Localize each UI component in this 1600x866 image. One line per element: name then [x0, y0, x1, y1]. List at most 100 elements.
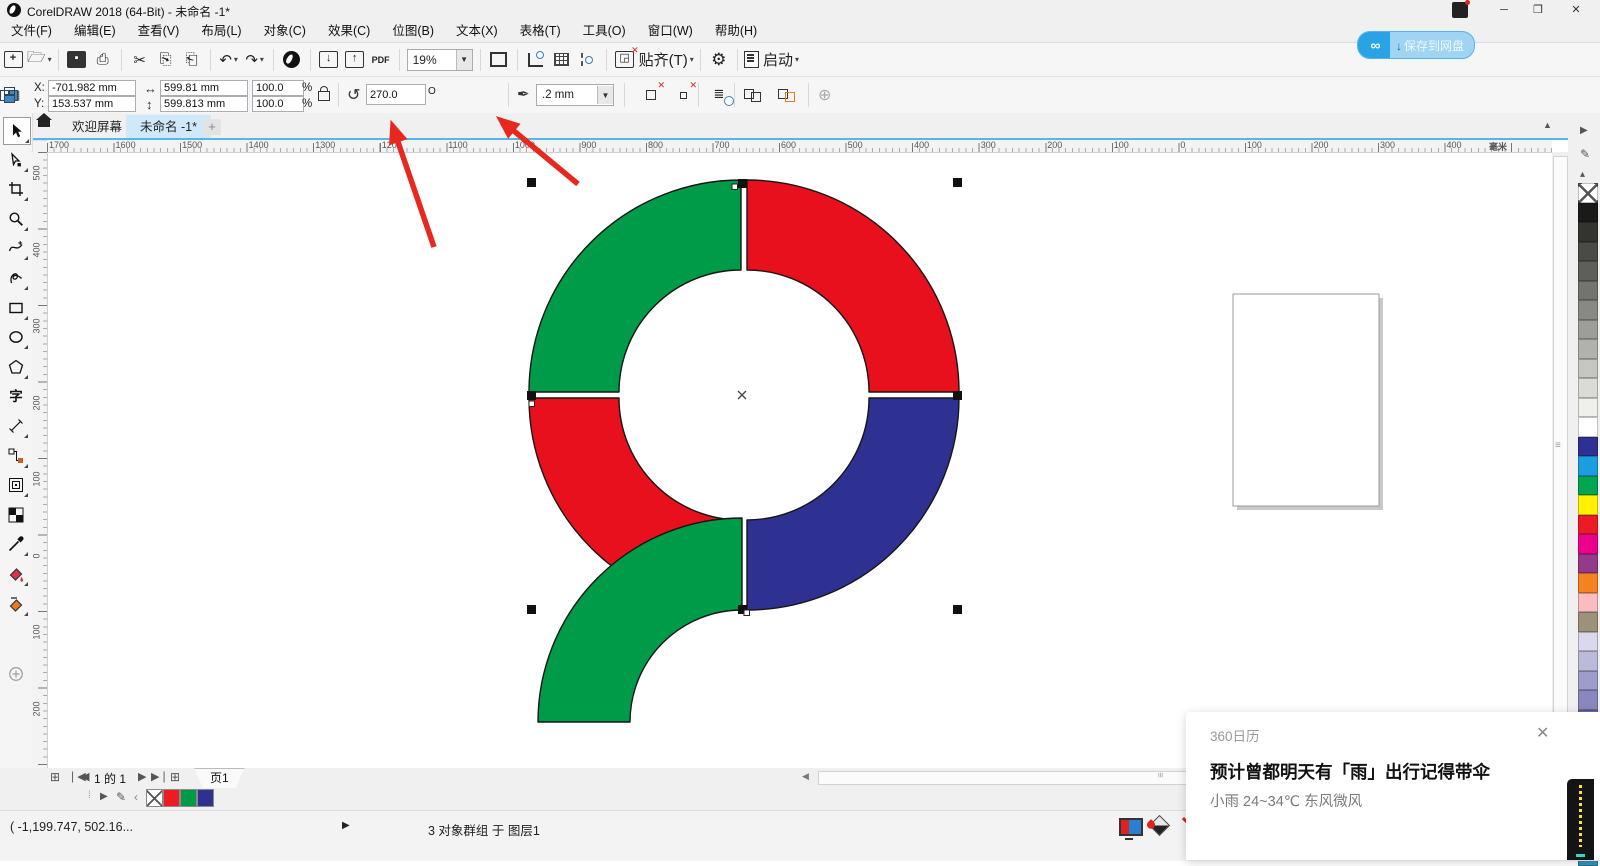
zoom-dropdown-arrow[interactable]: ▼	[456, 50, 472, 70]
launch-button[interactable]: 启动▾	[744, 48, 799, 72]
next-page-button[interactable]: ▶	[138, 770, 146, 783]
ungroup-objects-button[interactable]	[778, 89, 798, 102]
shape-tool[interactable]	[3, 147, 29, 173]
palette-eyedropper-icon[interactable]: ✎	[1580, 147, 1590, 161]
palette-color-swatch[interactable]	[1578, 612, 1598, 632]
menu-item-7[interactable]: 文本(X)	[445, 20, 509, 42]
freehand-tool[interactable]	[3, 235, 29, 261]
handle-top-center[interactable]	[738, 179, 747, 188]
open-button[interactable]: 🗁▾	[27, 48, 52, 72]
search-content-button[interactable]	[280, 48, 304, 72]
drawing-canvas[interactable]	[47, 152, 1553, 769]
menu-item-3[interactable]: 布局(L)	[190, 20, 252, 42]
palette-color-swatch[interactable]	[1578, 339, 1598, 359]
fill-status-icon[interactable]	[1149, 815, 1170, 836]
publish-pdf-button[interactable]: PDF	[369, 48, 393, 72]
page-outline[interactable]	[1233, 294, 1379, 506]
pick-tool[interactable]	[3, 117, 31, 145]
palette-color-swatch[interactable]	[1578, 690, 1598, 710]
docpalette-options-arrow[interactable]: ▶	[100, 791, 108, 802]
previous-page-button[interactable]: ◀	[81, 770, 89, 783]
text-tool[interactable]: 字	[3, 383, 29, 409]
no-color-swatch[interactable]	[1578, 183, 1598, 203]
handle-top-left[interactable]	[527, 178, 536, 187]
import-button[interactable]: ↓	[317, 48, 341, 72]
palette-color-swatch[interactable]	[1578, 417, 1598, 437]
docpalette-color-swatch[interactable]	[163, 789, 180, 807]
ring-top-right-arc[interactable]	[747, 180, 959, 392]
tab-welcome-screen[interactable]: 欢迎屏幕	[58, 115, 136, 140]
connector-tool[interactable]	[3, 443, 29, 469]
document-color-settings-icon[interactable]	[1119, 818, 1143, 836]
palette-color-swatch[interactable]	[1578, 242, 1598, 262]
save-button[interactable]: ▪	[65, 48, 89, 72]
ring-top-left-arc[interactable]	[529, 180, 741, 392]
crop-tool[interactable]	[3, 176, 29, 202]
palette-color-swatch[interactable]	[1578, 222, 1598, 242]
palette-color-swatch[interactable]	[1578, 534, 1598, 554]
scale-x-field[interactable]	[252, 80, 304, 96]
show-rulers-button[interactable]	[524, 48, 548, 72]
menu-item-6[interactable]: 位图(B)	[381, 20, 445, 42]
cloud-save-floating-button[interactable]: ∞ ↓保存到网盘	[1357, 31, 1475, 59]
customize-tool[interactable]	[3, 661, 29, 687]
close-button[interactable]: ✕	[1560, 0, 1592, 20]
ring-bottom-right-arc[interactable]	[747, 398, 959, 610]
palette-color-swatch[interactable]	[1578, 261, 1598, 281]
options-gear-button[interactable]: ⚙	[707, 48, 731, 72]
palette-color-swatch[interactable]	[1578, 632, 1598, 652]
mirror-vertical-button[interactable]	[0, 88, 18, 102]
palette-color-swatch[interactable]	[1578, 456, 1598, 476]
remove-nodes-button[interactable]: ✕	[639, 83, 663, 107]
palette-color-swatch[interactable]	[1578, 554, 1598, 574]
scale-y-field[interactable]	[252, 96, 304, 112]
handle-middle-right[interactable]	[953, 391, 962, 400]
show-grid-button[interactable]	[550, 48, 574, 72]
calendar-toast-notification[interactable]: 360日历 ✕ 预计曾都明天有「雨」出行记得带伞 小雨 24~34℃ 东风微风	[1186, 712, 1600, 860]
handle-bottom-right[interactable]	[953, 605, 962, 614]
cut-button[interactable]: ✂	[128, 48, 152, 72]
outline-width-combo[interactable]: .2 mm ▼	[536, 84, 614, 106]
reduce-nodes-button[interactable]: ✕	[671, 83, 695, 107]
tail-swoosh-arc[interactable]	[538, 518, 742, 722]
smart-fill-tool[interactable]	[3, 591, 29, 617]
page-1-tab[interactable]: 页1	[194, 768, 245, 788]
menu-item-2[interactable]: 查看(V)	[127, 20, 191, 42]
vertical-scrollbar-grip[interactable]: ≡	[1555, 440, 1561, 451]
vertical-ruler[interactable]: 5004003002001000100200300	[32, 152, 48, 768]
palette-collapse-arrow[interactable]: ▲	[1543, 120, 1552, 130]
object-height-field[interactable]	[160, 96, 248, 112]
snap-to-dropdown[interactable]: 贴齐(T)▾	[639, 48, 694, 72]
customize-propbar-button[interactable]: ⊕	[818, 85, 831, 105]
add-page-after-button[interactable]: ⊞	[170, 770, 180, 784]
palette-color-swatch[interactable]	[1578, 437, 1598, 457]
palette-color-swatch[interactable]	[1578, 320, 1598, 340]
handle-middle-left[interactable]	[527, 391, 536, 400]
palette-color-swatch[interactable]	[1578, 515, 1598, 535]
new-document-button[interactable]: +	[1, 48, 25, 72]
vertical-scrollbar-thumb[interactable]	[1553, 156, 1568, 758]
new-tab-button[interactable]: +	[203, 119, 221, 135]
interactive-fill-tool[interactable]	[3, 561, 29, 587]
docpalette-no-color-swatch[interactable]	[146, 789, 163, 807]
restore-button[interactable]: ❐	[1522, 0, 1554, 20]
copy-button[interactable]: ⎘	[154, 48, 178, 72]
paste-button[interactable]: ⎗	[180, 48, 204, 72]
object-width-field[interactable]	[160, 80, 248, 96]
palette-color-swatch[interactable]	[1578, 281, 1598, 301]
menu-item-1[interactable]: 编辑(E)	[63, 20, 127, 42]
y-position-field[interactable]	[48, 96, 136, 112]
palette-color-swatch[interactable]	[1578, 651, 1598, 671]
horizontal-scrollbar-grip[interactable]: ≡	[1156, 772, 1166, 777]
scroll-left-arrow[interactable]: ◀	[802, 771, 809, 782]
menu-item-10[interactable]: 窗口(W)	[637, 20, 704, 42]
canvas-vertical-scrollbar[interactable]: ≡	[1552, 152, 1568, 768]
palette-color-swatch[interactable]	[1578, 398, 1598, 418]
menu-item-8[interactable]: 表格(T)	[509, 20, 572, 42]
palette-scroll-up-arrow[interactable]: ▴	[1580, 169, 1585, 180]
dimension-tool[interactable]	[3, 413, 29, 439]
polygon-tool[interactable]	[3, 354, 29, 380]
palette-color-swatch[interactable]	[1578, 203, 1598, 223]
outline-width-arrow[interactable]: ▼	[597, 86, 613, 104]
snap-off-button[interactable]: ◲✕	[613, 48, 637, 72]
